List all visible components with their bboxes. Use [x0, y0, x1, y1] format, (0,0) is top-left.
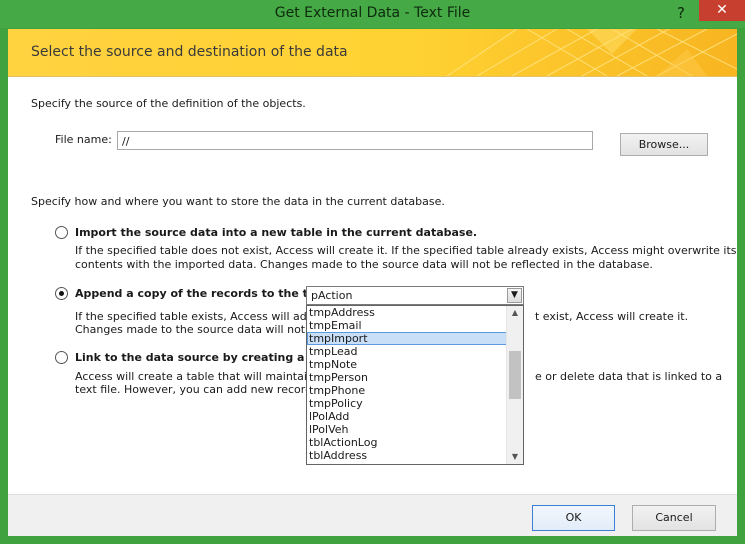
- dropdown-items: tmpAddress tmpEmail tmpImport tmpLead tmpNot…: [307, 306, 508, 462]
- append-desc-line2: Changes made to the source data will not…: [75, 323, 323, 336]
- import-radio[interactable]: [55, 226, 68, 239]
- import-option-label[interactable]: Import the source data into a new table …: [75, 226, 477, 239]
- table-dropdown-list[interactable]: tmpAddress tmpEmail tmpImport tmpLead tmpNot…: [306, 305, 524, 465]
- chevron-down-icon[interactable]: ▼: [507, 288, 522, 303]
- import-desc-line1: If the specified table does not exist, A…: [75, 244, 737, 257]
- dropdown-item[interactable]: tmpNote: [307, 358, 508, 371]
- link-desc-line1b: e or delete data that is linked to a: [535, 370, 723, 383]
- link-radio[interactable]: [55, 351, 68, 364]
- banner-divider: [8, 76, 737, 77]
- dropdown-item[interactable]: lPolAdd: [307, 410, 508, 423]
- link-desc-line2: text file. However, you can add new reco…: [75, 383, 322, 396]
- dialog-client: Select the source and destination of the…: [8, 29, 737, 536]
- cancel-button[interactable]: Cancel: [632, 505, 716, 531]
- dropdown-item[interactable]: tmpLead: [307, 345, 508, 358]
- ok-button[interactable]: OK: [532, 505, 615, 531]
- file-name-input[interactable]: //: [117, 131, 593, 150]
- banner-decoration: [446, 29, 737, 76]
- storage-instruction: Specify how and where you want to store …: [31, 195, 445, 208]
- window-title: Get External Data - Text File: [274, 5, 471, 21]
- scroll-up-icon[interactable]: ▲: [507, 306, 523, 320]
- import-desc-line2: contents with the imported data. Changes…: [75, 258, 653, 271]
- append-radio[interactable]: [55, 287, 68, 300]
- scroll-down-icon[interactable]: ▼: [507, 450, 523, 464]
- dropdown-item[interactable]: tblAddress: [307, 449, 508, 462]
- dropdown-item[interactable]: tmpImport: [307, 332, 508, 345]
- title-bar: Get External Data - Text File ? ✕: [0, 0, 745, 28]
- link-desc-line1a: Access will create a table that will mai…: [75, 370, 325, 383]
- banner-title: Select the source and destination of the…: [31, 44, 348, 60]
- append-option-label[interactable]: Append a copy of the records to the tabl…: [75, 287, 339, 300]
- dropdown-item[interactable]: tmpPolicy: [307, 397, 508, 410]
- append-table-combobox[interactable]: pAction ▼: [306, 286, 524, 305]
- combo-value: pAction: [311, 289, 353, 302]
- source-instruction: Specify the source of the definition of …: [31, 97, 306, 110]
- dropdown-item[interactable]: lPolVeh: [307, 423, 508, 436]
- scroll-thumb[interactable]: [509, 351, 521, 399]
- help-icon[interactable]: ?: [671, 2, 691, 24]
- close-button[interactable]: ✕: [699, 0, 745, 21]
- dropdown-item[interactable]: tmpPerson: [307, 371, 508, 384]
- dialog-window: Get External Data - Text File ? ✕ Select…: [0, 0, 745, 544]
- append-desc-line1b: t exist, Access will create it.: [535, 310, 689, 323]
- dropdown-item[interactable]: tmpAddress: [307, 306, 508, 319]
- dropdown-item[interactable]: tblActionLog: [307, 436, 508, 449]
- append-desc-line1a: If the specified table exists, Access wi…: [75, 310, 329, 323]
- browse-button[interactable]: Browse...: [620, 133, 708, 156]
- dropdown-item[interactable]: tmpPhone: [307, 384, 508, 397]
- dropdown-item[interactable]: tmpEmail: [307, 319, 508, 332]
- dropdown-scrollbar[interactable]: ▲ ▼: [506, 306, 523, 464]
- file-name-label: File name:: [55, 133, 112, 146]
- dialog-footer: OK Cancel: [8, 495, 737, 536]
- header-banner: Select the source and destination of the…: [8, 29, 737, 76]
